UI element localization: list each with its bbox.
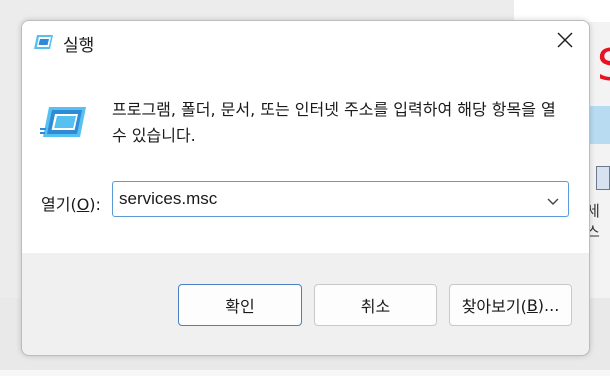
run-icon (34, 33, 56, 51)
close-icon (557, 32, 573, 52)
dialog-content: 프로그램, 폴더, 문서, 또는 인터넷 주소를 입력하여 해당 항목을 열 수… (22, 65, 589, 253)
background-blue-panel (588, 106, 610, 144)
background-strip (514, 0, 610, 22)
open-label: 열기(O): (41, 195, 101, 214)
close-button[interactable] (549, 27, 581, 57)
dialog-title: 실행 (63, 36, 95, 56)
open-combobox[interactable] (112, 181, 569, 217)
title-bar: 실행 (22, 21, 589, 65)
background-red-letter: S (597, 44, 610, 88)
dialog-description: 프로그램, 폴더, 문서, 또는 인터넷 주소를 입력하여 해당 항목을 열 수… (112, 100, 556, 145)
background-taskbar-edge (0, 370, 610, 376)
open-input[interactable] (119, 182, 539, 216)
ok-button[interactable]: 확인 (178, 284, 302, 326)
cancel-button[interactable]: 취소 (314, 284, 437, 326)
run-dialog: 실행 프로그램, 폴더, 문서, 또는 인터넷 주소를 입력하여 해당 항목을 … (21, 20, 590, 356)
background-file-icon (596, 166, 610, 190)
browse-button[interactable]: 찾아보기(B)... (449, 284, 572, 326)
chevron-down-icon[interactable] (546, 193, 560, 205)
run-icon (39, 105, 88, 141)
